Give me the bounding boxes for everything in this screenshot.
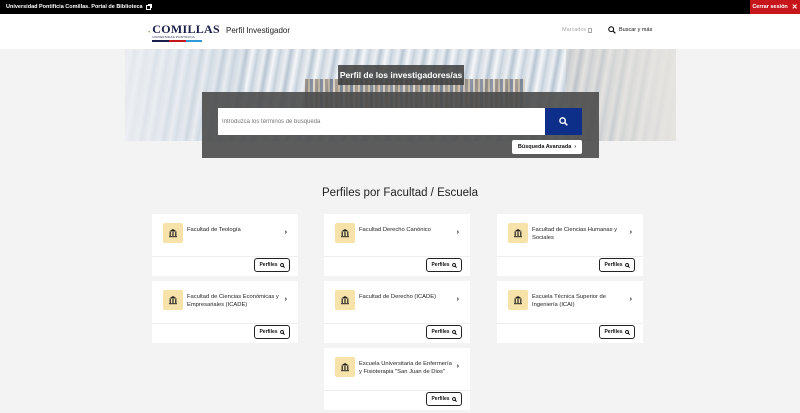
- card-divider: [497, 323, 643, 324]
- profiles-label: Perfiles: [604, 329, 623, 335]
- profiles-button[interactable]: Perfiles: [599, 325, 635, 339]
- search-input[interactable]: [218, 108, 545, 135]
- faculty-name[interactable]: Escuela Universitaria de Enfermería y Fi…: [359, 361, 455, 376]
- institution-icon: [508, 223, 528, 243]
- logout-label: Cerrar sesión: [752, 4, 788, 10]
- search-icon: [608, 26, 616, 34]
- top-bar: Universidad Pontificia Comillas. Portal …: [0, 0, 800, 14]
- institution-icon: [508, 290, 528, 310]
- search-icon: [624, 329, 630, 335]
- site-title: Perfil Investigador: [226, 26, 291, 35]
- card-divider: [152, 256, 298, 257]
- search-more-label: Buscar y más: [619, 27, 653, 33]
- advanced-search-label: Búsqueda Avanzada: [517, 144, 572, 150]
- faculty-name[interactable]: Facultad de Teología: [187, 227, 283, 235]
- hero-title: Perfil de los investigadores/as: [338, 65, 464, 85]
- external-link-icon: [145, 3, 152, 10]
- chevron-right-icon[interactable]: ›: [630, 296, 632, 303]
- search-more-button[interactable]: Buscar y más: [608, 26, 652, 34]
- faculty-name[interactable]: Facultad de Ciencias Humanas y Sociales: [532, 227, 628, 242]
- faculty-name[interactable]: Facultad de Ciencias Económicas y Empres…: [187, 294, 283, 309]
- card-divider: [152, 323, 298, 324]
- search-icon: [451, 262, 457, 268]
- search-icon: [559, 117, 568, 126]
- logo-name: COMILLAS: [152, 21, 220, 36]
- faculty-card: Facultad Derecho Canónico › Perfiles: [324, 214, 470, 276]
- search-icon: [451, 396, 457, 402]
- marcados-link[interactable]: Marcados: [562, 27, 593, 33]
- faculty-name[interactable]: Facultad Derecho Canónico: [359, 227, 455, 235]
- faculty-card: Facultad de Derecho (ICADE) › Perfiles: [324, 281, 470, 343]
- close-icon: ✕: [791, 3, 798, 11]
- site-header: COMILLAS UNIVERSIDAD PONTIFICIA Perfil I…: [0, 14, 800, 49]
- profiles-label: Perfiles: [259, 262, 278, 268]
- chevron-right-icon[interactable]: ›: [285, 296, 287, 303]
- portal-link[interactable]: Universidad Pontificia Comillas. Portal …: [6, 0, 152, 14]
- card-divider: [497, 256, 643, 257]
- faculty-card: Facultad de Ciencias Humanas y Sociales ›…: [497, 214, 643, 276]
- faculty-card: Facultad de Ciencias Económicas y Empres…: [152, 281, 298, 343]
- faculty-card: Facultad de Teología › Perfiles: [152, 214, 298, 276]
- crest-icon: [148, 30, 150, 33]
- portal-link-label: Universidad Pontificia Comillas. Portal …: [6, 4, 143, 10]
- profiles-button[interactable]: Perfiles: [599, 258, 635, 272]
- profiles-label: Perfiles: [431, 396, 450, 402]
- logo-subtitle: UNIVERSIDAD PONTIFICIA: [152, 34, 195, 39]
- chevron-right-icon[interactable]: ›: [457, 229, 459, 236]
- chevron-right-icon[interactable]: ›: [630, 229, 632, 236]
- search-icon: [451, 329, 457, 335]
- profiles-label: Perfiles: [431, 329, 450, 335]
- faculty-card: Escuela Técnica Superior de Ingeniería (…: [497, 281, 643, 343]
- chevron-right-icon: ›: [574, 144, 577, 150]
- chevron-right-icon[interactable]: ›: [457, 363, 459, 370]
- marcados-label: Marcados: [562, 27, 587, 33]
- section-title: Perfiles por Facultad / Escuela: [322, 187, 478, 199]
- search-icon: [279, 262, 285, 268]
- faculty-card: Escuela Universitaria de Enfermería y Fi…: [324, 348, 470, 410]
- search-button[interactable]: [545, 108, 582, 135]
- comillas-logo[interactable]: COMILLAS UNIVERSIDAD PONTIFICIA: [148, 22, 220, 42]
- profiles-button[interactable]: Perfiles: [426, 258, 462, 272]
- bookmark-icon: [588, 27, 593, 33]
- institution-icon: [163, 290, 183, 310]
- profiles-label: Perfiles: [604, 262, 623, 268]
- profiles-label: Perfiles: [259, 329, 278, 335]
- card-divider: [324, 323, 470, 324]
- faculty-name[interactable]: Facultad de Derecho (ICADE): [359, 294, 455, 302]
- institution-icon: [335, 357, 355, 377]
- institution-icon: [163, 223, 183, 243]
- advanced-search-button[interactable]: Búsqueda Avanzada ›: [512, 140, 582, 154]
- logout-button[interactable]: Cerrar sesión ✕: [750, 0, 800, 14]
- profiles-button[interactable]: Perfiles: [254, 325, 290, 339]
- institution-icon: [335, 223, 355, 243]
- faculty-name[interactable]: Escuela Técnica Superior de Ingeniería (…: [532, 294, 628, 309]
- card-divider: [324, 256, 470, 257]
- logo-stripe: [152, 39, 203, 42]
- search-icon: [624, 262, 630, 268]
- chevron-right-icon[interactable]: ›: [285, 229, 287, 236]
- card-divider: [324, 390, 470, 391]
- search-icon: [279, 329, 285, 335]
- chevron-right-icon[interactable]: ›: [457, 296, 459, 303]
- profiles-button[interactable]: Perfiles: [254, 258, 290, 272]
- profiles-button[interactable]: Perfiles: [426, 392, 462, 406]
- profiles-button[interactable]: Perfiles: [426, 325, 462, 339]
- profiles-label: Perfiles: [431, 262, 450, 268]
- institution-icon: [335, 290, 355, 310]
